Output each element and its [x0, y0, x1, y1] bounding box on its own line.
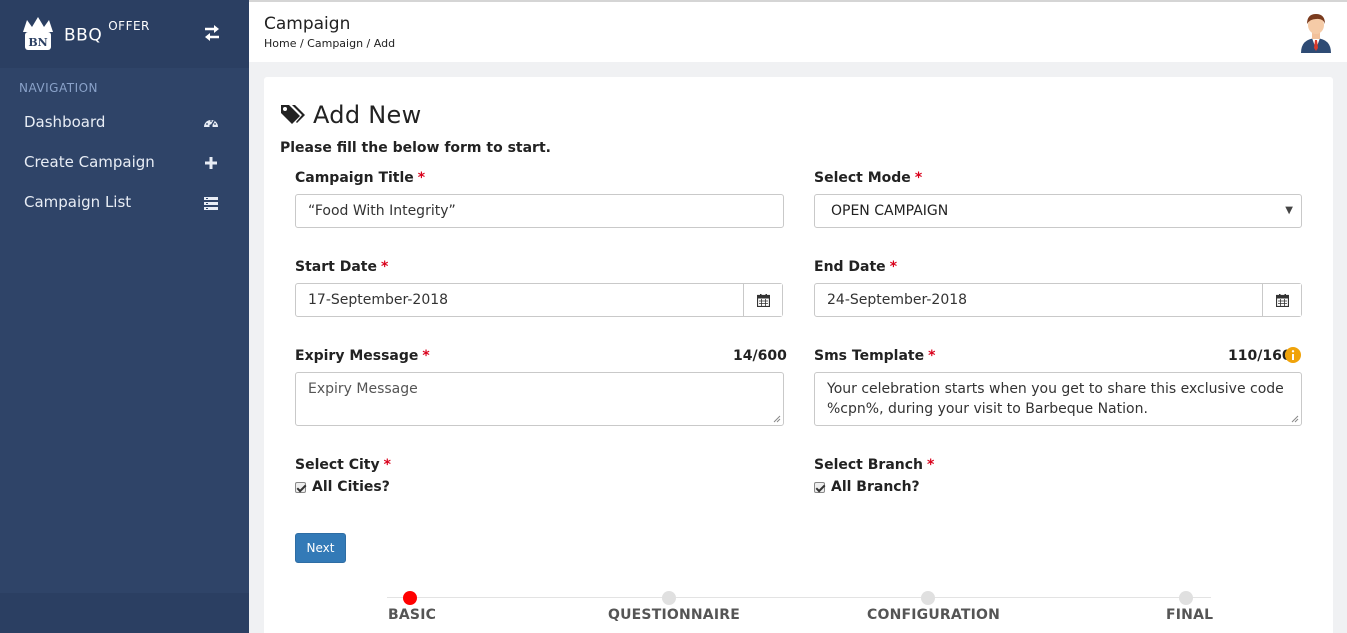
step-dot-questionnaire[interactable] [662, 591, 676, 605]
caret-down-icon: ▼ [1285, 205, 1293, 216]
breadcrumb[interactable]: Home / Campaign / Add [264, 37, 395, 50]
page-title: Campaign [264, 14, 351, 34]
crown-logo-icon[interactable]: BN [18, 14, 58, 54]
all-branch-checkbox-row[interactable]: All Branch? [814, 479, 920, 495]
end-date-input[interactable]: 24-September-2018 [814, 283, 1302, 317]
card-heading: Add New [280, 101, 422, 129]
nav-section-title: NAVIGATION [19, 81, 99, 95]
all-cities-label: All Cities? [312, 479, 390, 495]
form-subheading: Please fill the below form to start. [280, 140, 551, 156]
sidebar-item-label: Create Campaign [24, 153, 155, 171]
required-mark: * [422, 348, 430, 364]
required-mark: * [380, 259, 389, 275]
start-date-input[interactable]: 17-September-2018 [295, 283, 783, 317]
step-dot-configuration[interactable] [921, 591, 935, 605]
required-mark: * [928, 348, 936, 364]
brand-name: BBQ OFFER [64, 18, 150, 46]
resize-grip-icon[interactable] [773, 415, 781, 423]
end-date-calendar-button[interactable] [1262, 284, 1301, 316]
resize-grip-icon[interactable] [1291, 415, 1299, 423]
sidebar-item-campaign-list[interactable]: Campaign List [0, 182, 249, 222]
info-icon[interactable] [1285, 347, 1301, 363]
required-mark: * [383, 457, 391, 473]
all-branch-checkbox[interactable] [814, 481, 825, 493]
campaign-title-label: Campaign Title * [295, 170, 426, 186]
step-dot-final[interactable] [1179, 591, 1193, 605]
select-mode-label: Select Mode * [814, 170, 923, 186]
all-branch-label: All Branch? [831, 479, 920, 495]
step-dot-basic[interactable] [403, 591, 417, 605]
sms-template-text: Your celebration starts when you get to … [827, 381, 1284, 417]
stepper-track [387, 597, 1211, 598]
required-mark: * [927, 457, 935, 473]
calendar-icon [756, 293, 770, 307]
select-branch-label: Select Branch * [814, 457, 935, 473]
dashboard-gauge-icon [204, 120, 218, 128]
page-header: Campaign Home / Campaign / Add [249, 2, 1347, 62]
select-mode-value: OPEN CAMPAIGN [831, 203, 949, 219]
start-date-calendar-button[interactable] [743, 284, 782, 316]
sidebar-item-dashboard[interactable]: Dashboard [0, 102, 249, 142]
required-mark: * [914, 170, 923, 186]
sms-template-counter: 110/160 [1228, 348, 1292, 364]
expiry-message-counter: 14/600 [733, 348, 787, 364]
list-icon [204, 197, 218, 210]
add-campaign-card: Add New Please fill the below form to st… [264, 77, 1333, 633]
step-label-basic: BASIC [388, 607, 437, 623]
end-date-value: 24-September-2018 [827, 292, 968, 308]
all-cities-checkbox-row[interactable]: All Cities? [295, 479, 390, 495]
sidebar-footer [0, 593, 249, 633]
plus-icon [205, 157, 217, 169]
all-cities-checkbox[interactable] [295, 481, 306, 493]
brand-header: BN BBQ OFFER [0, 0, 249, 68]
sidebar: BN BBQ OFFER NAVIGATION Dashboard Create … [0, 0, 249, 633]
start-date-label: Start Date * [295, 259, 389, 275]
sidebar-item-label: Dashboard [24, 113, 106, 131]
swap-arrows-icon[interactable] [203, 24, 221, 42]
user-avatar-icon[interactable] [1299, 11, 1333, 53]
sidebar-item-create-campaign[interactable]: Create Campaign [0, 142, 249, 182]
start-date-value: 17-September-2018 [308, 292, 449, 308]
sms-template-label: Sms Template * [814, 348, 936, 364]
end-date-label: End Date * [814, 259, 898, 275]
sidebar-item-label: Campaign List [24, 193, 132, 211]
step-label-configuration: CONFIGURATION [867, 607, 1001, 623]
calendar-icon [1275, 293, 1289, 307]
expiry-message-label: Expiry Message * [295, 348, 430, 364]
form-heading: Add New [313, 101, 422, 129]
expiry-message-textarea[interactable]: Expiry Message [295, 372, 784, 426]
svg-text:BN: BN [28, 36, 47, 49]
expiry-message-placeholder: Expiry Message [308, 381, 418, 397]
step-label-final: FINAL [1166, 607, 1214, 623]
next-button[interactable]: Next [295, 533, 346, 563]
tags-icon [281, 105, 305, 124]
campaign-title-input[interactable]: “Food With Integrity” [295, 194, 784, 228]
required-mark: * [889, 259, 898, 275]
step-label-questionnaire: QUESTIONNAIRE [608, 607, 740, 623]
required-mark: * [417, 170, 426, 186]
select-city-label: Select City * [295, 457, 391, 473]
select-mode-dropdown[interactable]: OPEN CAMPAIGN ▼ [814, 194, 1302, 228]
sms-template-textarea[interactable]: Your celebration starts when you get to … [814, 372, 1302, 426]
